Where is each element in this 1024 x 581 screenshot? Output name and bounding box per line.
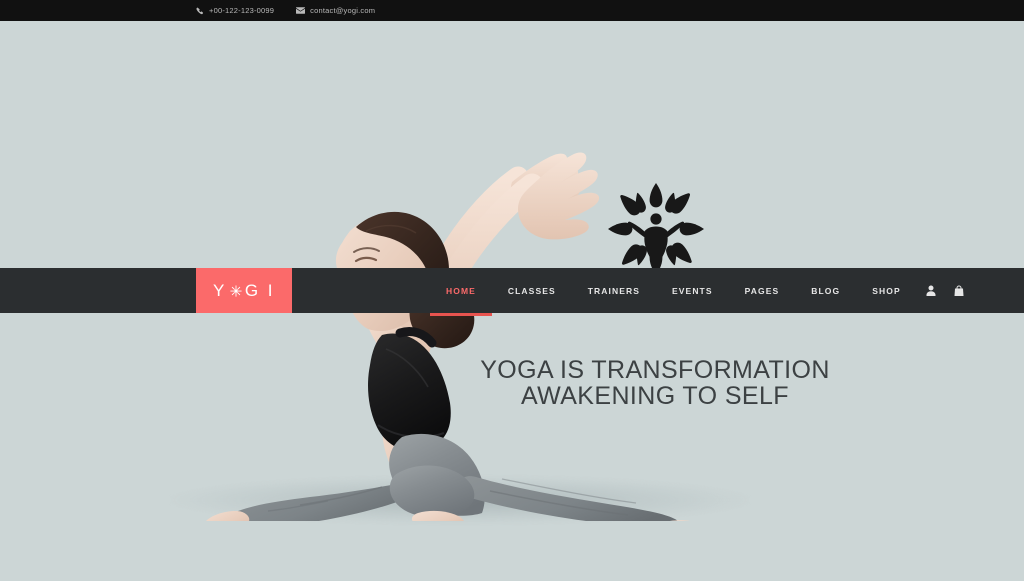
- hero-headline: YOGA IS TRANSFORMATION AWAKENING TO SELF: [430, 357, 880, 409]
- nav-item-home[interactable]: HOME: [430, 268, 492, 316]
- nav-item-events[interactable]: EVENTS: [656, 268, 729, 313]
- yoga-emblem-logo: [604, 179, 708, 279]
- envelope-icon: [296, 7, 306, 14]
- hero-headline-line-1: YOGA IS TRANSFORMATION: [480, 356, 830, 384]
- hero-headline-line-2: AWAKENING TO SELF: [521, 382, 789, 410]
- nav-item-classes[interactable]: CLASSES: [492, 268, 572, 313]
- nav-item-home-label: HOME: [446, 285, 476, 296]
- nav-item-trainers-label: TRAINERS: [587, 285, 641, 296]
- nav-item-classes-label: CLASSES: [507, 285, 556, 296]
- nav-item-blog-label: BLOG: [811, 285, 841, 296]
- logo-text-after: G I: [244, 281, 275, 300]
- nav-item-pages[interactable]: PAGES: [729, 268, 796, 313]
- top-contact-bar-inner: +00-122-123-0099 contact@yogi.com: [196, 7, 375, 15]
- nav-menu: HOME CLASSES TRAINERS EVENTS PAGES BLOG …: [430, 268, 973, 316]
- nav-item-shop[interactable]: SHOP: [856, 268, 917, 313]
- contact-phone[interactable]: +00-122-123-0099: [196, 7, 274, 15]
- main-navigation-bar: Y G I HOME CLASSES TRAINERS EVENTS PAGES…: [0, 268, 1024, 316]
- page-root: +00-122-123-0099 contact@yogi.com YOGA I…: [0, 0, 1024, 581]
- nav-item-blog[interactable]: BLOG: [795, 268, 856, 313]
- nav-item-events-label: EVENTS: [672, 285, 713, 296]
- phone-icon: [196, 7, 204, 15]
- contact-email-label: contact@yogi.com: [310, 5, 376, 15]
- nav-item-trainers[interactable]: TRAINERS: [572, 268, 656, 313]
- nav-item-pages-label: PAGES: [744, 285, 780, 296]
- top-contact-bar: +00-122-123-0099 contact@yogi.com: [0, 0, 1024, 21]
- user-account-icon[interactable]: [917, 268, 945, 313]
- site-logo[interactable]: Y G I: [196, 268, 292, 313]
- shopping-bag-icon[interactable]: [945, 268, 973, 313]
- nav-item-shop-label: SHOP: [872, 285, 901, 296]
- logo-text-before: Y: [212, 281, 227, 300]
- lotus-flower-icon: [229, 284, 243, 298]
- contact-email[interactable]: contact@yogi.com: [296, 7, 375, 15]
- contact-phone-label: +00-122-123-0099: [209, 5, 275, 15]
